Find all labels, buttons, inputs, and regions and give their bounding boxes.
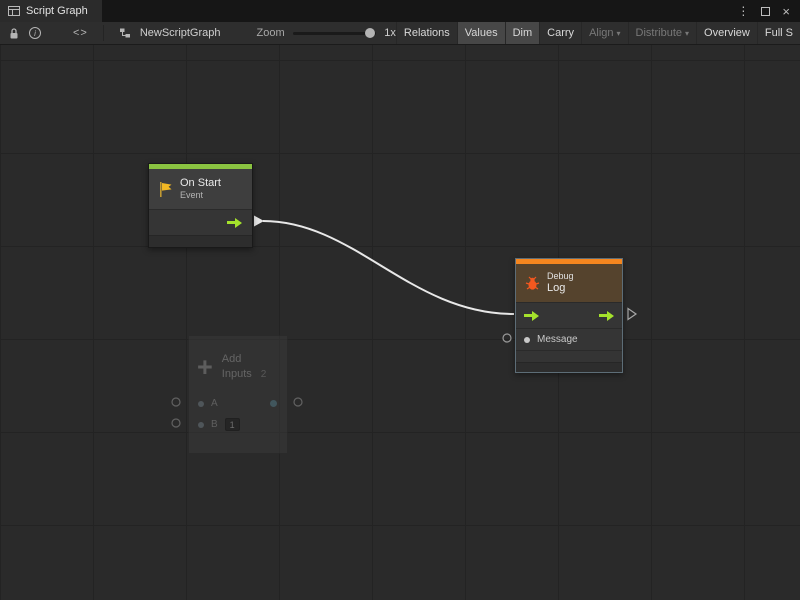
debug-flow-row (516, 302, 622, 328)
tab-script-graph[interactable]: Script Graph (0, 0, 102, 22)
relations-button[interactable]: Relations (396, 22, 457, 44)
plus-icon: + (197, 354, 213, 380)
debug-message-row: Message (516, 328, 622, 350)
overview-button[interactable]: Overview (696, 22, 757, 44)
flow-input-port[interactable] (524, 311, 539, 321)
message-port-label: Message (537, 334, 578, 345)
message-input-port[interactable] (524, 337, 530, 343)
zoom-value: 1x (384, 27, 396, 39)
node-title: On Start (180, 177, 221, 191)
graph-canvas[interactable]: On Start Event Debug Log (0, 45, 800, 600)
toolbar-divider (103, 25, 104, 41)
node-subtitle: Event (180, 190, 221, 201)
input-b-label: B (211, 419, 218, 430)
output-port[interactable] (270, 400, 277, 407)
flow-wire[interactable] (263, 221, 514, 314)
flag-icon (157, 181, 174, 198)
debug-subfooter (516, 350, 622, 362)
inputs-count: 2 (261, 368, 267, 382)
on-start-footer (149, 235, 252, 247)
carry-button[interactable]: Carry (539, 22, 581, 44)
flow-output-external-triangle-icon[interactable] (628, 309, 636, 320)
values-button[interactable]: Values (457, 22, 505, 44)
zoom-slider-knob[interactable] (365, 28, 375, 38)
chevron-down-icon: ▾ (685, 29, 689, 38)
input-a-label: A (211, 398, 218, 409)
message-input-external-circle[interactable] (503, 334, 511, 342)
edit-script-icon[interactable]: <> (68, 22, 93, 44)
dim-button[interactable]: Dim (505, 22, 540, 44)
graph-window-icon (8, 5, 20, 17)
node-category: Debug (547, 271, 574, 282)
bug-icon (524, 275, 541, 292)
debug-log-header: Debug Log (516, 264, 622, 302)
connection-overlay (0, 45, 800, 600)
align-dropdown[interactable]: Align ▾ (581, 22, 627, 44)
add-row-b: B 1 (189, 414, 287, 435)
flow-output-port[interactable] (227, 218, 242, 228)
toolbar-buttons: Relations Values Dim Carry Align ▾ Distr… (396, 22, 800, 44)
debug-footer (516, 362, 622, 372)
on-start-port-row (149, 209, 252, 235)
add-output-external-circle[interactable] (294, 398, 302, 406)
add-title-line1: Add (222, 352, 267, 367)
close-icon[interactable]: × (782, 5, 790, 18)
info-icon[interactable]: i (24, 22, 46, 44)
graph-name-breadcrumb[interactable]: NewScriptGraph (140, 27, 221, 39)
zoom-slider[interactable] (293, 32, 377, 35)
flow-output-port[interactable] (599, 311, 614, 321)
zoom-label: Zoom (257, 27, 285, 39)
maximize-icon[interactable] (761, 7, 770, 16)
input-b-port[interactable] (198, 422, 204, 428)
chevron-down-icon: ▾ (617, 29, 621, 38)
node-add-inputs-ghost[interactable]: + Add Inputs 2 A B 1 (188, 335, 288, 454)
node-title: Log (547, 282, 574, 296)
distribute-dropdown[interactable]: Distribute ▾ (628, 22, 696, 44)
graph-toolbar: i <> NewScriptGraph Zoom 1x Relations Va… (0, 22, 800, 45)
lock-icon[interactable] (4, 22, 24, 44)
wire-start-arrow-icon (254, 216, 264, 227)
title-bar: Script Graph ⋮ × (0, 0, 800, 22)
add-input-a-external-circle[interactable] (172, 398, 180, 406)
tab-title: Script Graph (26, 5, 88, 17)
window-menu-icon[interactable]: ⋮ (737, 5, 749, 17)
node-on-start[interactable]: On Start Event (148, 163, 253, 248)
input-b-value-field[interactable]: 1 (225, 418, 240, 431)
add-row-a: A (189, 393, 287, 414)
on-start-header: On Start Event (149, 169, 252, 209)
fullscreen-button[interactable]: Full S (757, 22, 800, 44)
graph-asset-icon (114, 22, 136, 44)
node-debug-log[interactable]: Debug Log Message (515, 258, 623, 373)
add-input-b-external-circle[interactable] (172, 419, 180, 427)
input-a-port[interactable] (198, 401, 204, 407)
add-title-line2: Inputs (222, 367, 252, 382)
add-inputs-header: + Add Inputs 2 (189, 336, 287, 388)
